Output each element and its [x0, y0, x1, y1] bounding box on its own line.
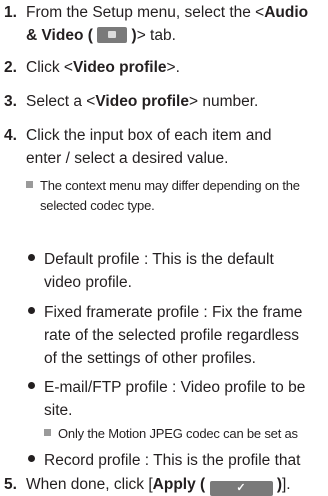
bullet-dot-icon [28, 382, 35, 389]
bullet-dot-icon [28, 307, 35, 314]
bullet-text-cont: site. [44, 402, 73, 419]
menu-name: Video profile [72, 59, 167, 76]
note-motion-jpeg: Only the Motion JPEG codec can be set as [44, 424, 298, 444]
note-text: The context menu may differ depending on… [40, 178, 300, 193]
step-text: When done, click [ [26, 476, 153, 493]
bullet-default-profile: Default profile : This is the default vi… [28, 250, 274, 292]
bullet-text-cont: video profile. [44, 274, 132, 291]
bullet-text: Fixed framerate profile : Fix the frame [44, 304, 303, 321]
step-text-end: > tab. [136, 27, 176, 44]
step-3: 3. Select a <Video profile> number. [4, 92, 258, 111]
note-marker-icon [44, 429, 51, 436]
step-text: Click < [26, 59, 73, 76]
step-text: From the Setup menu, select the < [26, 4, 265, 21]
bullet-text-cont: rate of the selected profile regardless [44, 327, 300, 344]
step-text: Click the input box of each item and [26, 127, 272, 144]
step-text-end: ]. [281, 476, 291, 493]
bullet-dot-icon [28, 455, 35, 462]
note-marker-icon [26, 181, 33, 188]
step-text-end: > number. [188, 93, 259, 110]
bullet-email-ftp-profile: E-mail/FTP profile : Video profile to be… [28, 378, 305, 420]
step-4: 4. Click the input box of each item and e… [4, 126, 272, 168]
note-text-cont: selected codec type. [40, 198, 155, 213]
bullet-text: Default profile : This is the default [44, 251, 274, 268]
note-codec: The context menu may differ depending on… [26, 176, 300, 216]
audio-video-tab-icon [97, 27, 128, 43]
step-number: 3. [4, 93, 17, 110]
bullet-text-cont: of the settings of other profiles. [44, 350, 256, 367]
step-2: 2. Click <Video profile>. [4, 58, 180, 77]
checkmark-glyph: ✓ [236, 482, 246, 494]
step-number: 5. [4, 476, 17, 493]
tab-name-cont: & Video ( [26, 27, 93, 44]
bullet-text: Record profile : This is the profile tha… [44, 452, 301, 469]
step-number: 2. [4, 59, 17, 76]
bullet-fixed-framerate-profile: Fixed framerate profile : Fix the frame … [28, 303, 302, 368]
step-text-cont: enter / select a desired value. [26, 150, 229, 167]
step-number: 1. [4, 4, 17, 21]
step-text: Select a < [26, 93, 96, 110]
button-name: Apply ( [152, 476, 206, 493]
bullet-record-profile: Record profile : This is the profile tha… [28, 451, 300, 470]
note-text: Only the Motion JPEG codec can be set as [58, 426, 298, 441]
bullet-text: E-mail/FTP profile : Video profile to be [44, 379, 306, 396]
step-text-end: >. [166, 59, 180, 76]
bullet-dot-icon [28, 254, 35, 261]
step-number: 4. [4, 127, 17, 144]
tab-name: Audio [264, 4, 309, 21]
menu-name: Video profile [95, 93, 189, 110]
apply-checkmark-icon: ✓ [209, 481, 273, 496]
step-1: 1. From the Setup menu, select the <Audio… [4, 3, 308, 45]
step-5: 5. When done, click [Apply ( ✓ )]. [4, 475, 291, 496]
